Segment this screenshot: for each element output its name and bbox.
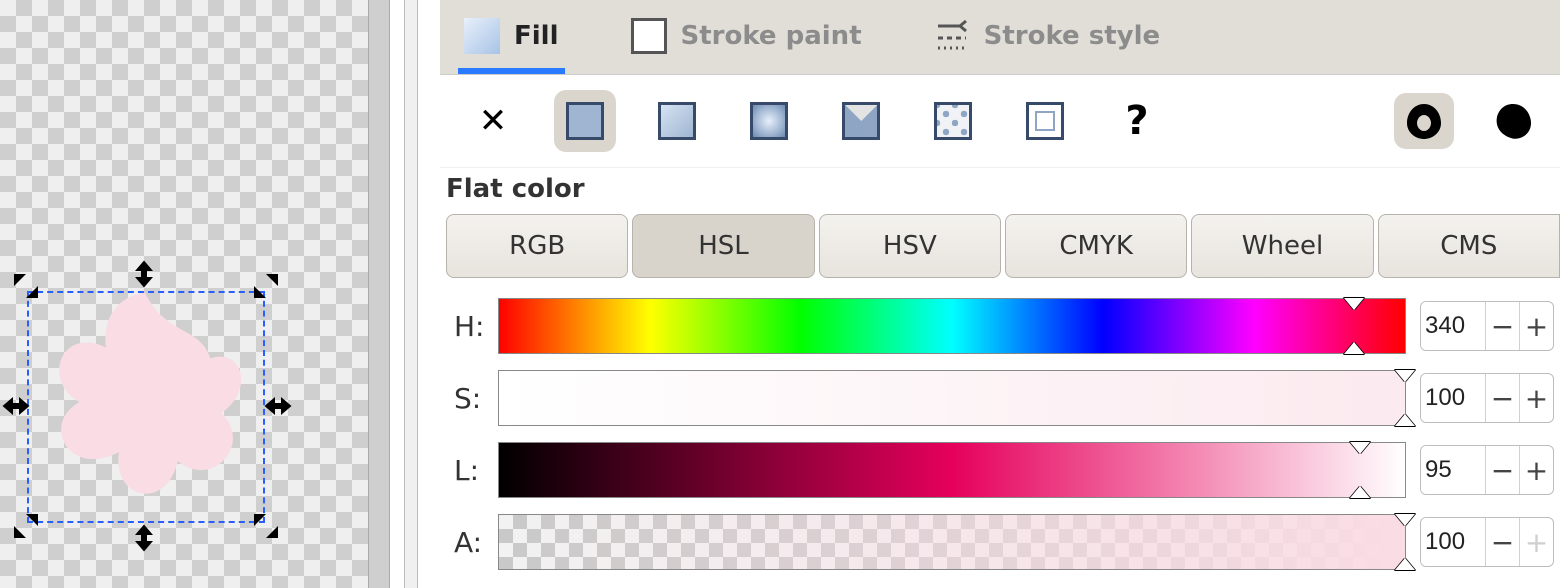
- alpha-row: A: − +: [440, 506, 1560, 578]
- hue-marker-bottom: [1344, 342, 1364, 354]
- tab-stroke-style-label: Stroke style: [984, 21, 1161, 51]
- hue-label: H:: [440, 310, 498, 343]
- saturation-slider[interactable]: [498, 370, 1406, 426]
- alpha-increment[interactable]: +: [1519, 518, 1553, 566]
- x-icon: ✕: [479, 101, 508, 141]
- paint-mesh-button[interactable]: [922, 90, 984, 152]
- swatch-icon: [1026, 102, 1064, 140]
- question-icon: ?: [1125, 98, 1148, 144]
- canvas[interactable]: [0, 0, 368, 588]
- saturation-row: S: − +: [440, 362, 1560, 434]
- radial-gradient-icon: [750, 102, 788, 140]
- flat-color-icon: [566, 102, 604, 140]
- selected-shape[interactable]: [33, 282, 257, 522]
- tab-stroke-style[interactable]: Stroke style: [928, 0, 1167, 72]
- mode-cmyk-button[interactable]: CMYK: [1005, 214, 1187, 278]
- tabstrip: Fill Stroke paint Stroke style: [440, 0, 1560, 74]
- hue-marker-top: [1344, 298, 1364, 310]
- mode-cms-button[interactable]: CMS: [1378, 214, 1560, 278]
- mode-hsl-button[interactable]: HSL: [632, 214, 814, 278]
- saturation-spinbox: − +: [1420, 373, 1554, 423]
- resize-handle-bottom-right[interactable]: [250, 510, 282, 542]
- lightness-decrement[interactable]: −: [1485, 446, 1519, 494]
- paint-unknown-button[interactable]: ?: [1106, 90, 1168, 152]
- mesh-gradient-icon: [934, 102, 972, 140]
- paint-none-button[interactable]: ✕: [462, 90, 524, 152]
- paint-pattern-button[interactable]: [830, 90, 892, 152]
- paint-flat-button[interactable]: [554, 90, 616, 152]
- resize-handle-right[interactable]: [262, 390, 294, 422]
- alpha-spinbox: − +: [1420, 517, 1554, 567]
- pane-separator: [368, 0, 440, 588]
- hue-slider[interactable]: [498, 298, 1406, 354]
- tab-fill[interactable]: Fill: [458, 0, 565, 72]
- lightness-label: L:: [440, 454, 498, 487]
- saturation-marker-bottom: [1395, 414, 1415, 426]
- saturation-increment[interactable]: +: [1519, 374, 1553, 422]
- tab-stroke-paint[interactable]: Stroke paint: [625, 0, 868, 72]
- hue-input[interactable]: [1421, 302, 1485, 350]
- stroke-style-icon: [934, 18, 970, 54]
- paint-swatch-button[interactable]: [1014, 90, 1076, 152]
- hue-spinbox: − +: [1420, 301, 1554, 351]
- color-mode-bar: RGB HSL HSV CMYK Wheel CMS: [440, 210, 1560, 282]
- paint-linear-gradient-button[interactable]: [646, 90, 708, 152]
- resize-handle-left[interactable]: [0, 390, 32, 422]
- saturation-decrement[interactable]: −: [1485, 374, 1519, 422]
- lightness-spinbox: − +: [1420, 445, 1554, 495]
- hue-increment[interactable]: +: [1519, 302, 1553, 350]
- resize-handle-bottom-left[interactable]: [10, 510, 42, 542]
- hue-decrement[interactable]: −: [1485, 302, 1519, 350]
- lightness-input[interactable]: [1421, 446, 1485, 494]
- mode-wheel-button[interactable]: Wheel: [1191, 214, 1373, 278]
- resize-handle-top-right[interactable]: [250, 270, 282, 302]
- saturation-marker-top: [1395, 370, 1415, 382]
- mode-rgb-button[interactable]: RGB: [446, 214, 628, 278]
- resize-handle-top-left[interactable]: [10, 270, 42, 302]
- fill-rule-solid-icon: [1493, 101, 1533, 141]
- paint-radial-gradient-button[interactable]: [738, 90, 800, 152]
- tab-fill-label: Fill: [514, 21, 559, 51]
- lightness-increment[interactable]: +: [1519, 446, 1553, 494]
- paint-type-row: ✕ ?: [440, 74, 1560, 168]
- alpha-label: A:: [440, 526, 498, 559]
- lightness-marker-bottom: [1350, 486, 1370, 498]
- stroke-paint-icon: [631, 18, 667, 54]
- paint-section-label: Flat color: [440, 168, 1560, 210]
- mode-hsv-button[interactable]: HSV: [819, 214, 1001, 278]
- lightness-row: L: − +: [440, 434, 1560, 506]
- hue-row: H: − +: [440, 290, 1560, 362]
- linear-gradient-icon: [658, 102, 696, 140]
- fill-rule-button[interactable]: [1394, 93, 1454, 149]
- lightness-marker-top: [1350, 442, 1370, 454]
- vertical-scrollbar[interactable]: [368, 0, 390, 588]
- color-sliders: H: − + S: −: [440, 282, 1560, 578]
- fill-icon: [464, 18, 500, 54]
- resize-handle-bottom[interactable]: [128, 522, 160, 554]
- fill-rule-hole-icon: [1404, 101, 1444, 141]
- lightness-slider[interactable]: [498, 442, 1406, 498]
- panel-scrollbar[interactable]: [404, 0, 418, 588]
- alpha-input[interactable]: [1421, 518, 1485, 566]
- fill-stroke-panel: Fill Stroke paint Stroke style ✕ ?: [440, 0, 1560, 588]
- alpha-decrement[interactable]: −: [1485, 518, 1519, 566]
- alpha-slider[interactable]: [498, 514, 1406, 570]
- fill-rule-solid-button[interactable]: [1488, 96, 1538, 146]
- alpha-marker-top: [1395, 514, 1415, 526]
- pattern-icon: [842, 102, 880, 140]
- saturation-label: S:: [440, 382, 498, 415]
- alpha-marker-bottom: [1395, 558, 1415, 570]
- tab-stroke-paint-label: Stroke paint: [681, 21, 862, 51]
- saturation-input[interactable]: [1421, 374, 1485, 422]
- resize-handle-top[interactable]: [128, 258, 160, 290]
